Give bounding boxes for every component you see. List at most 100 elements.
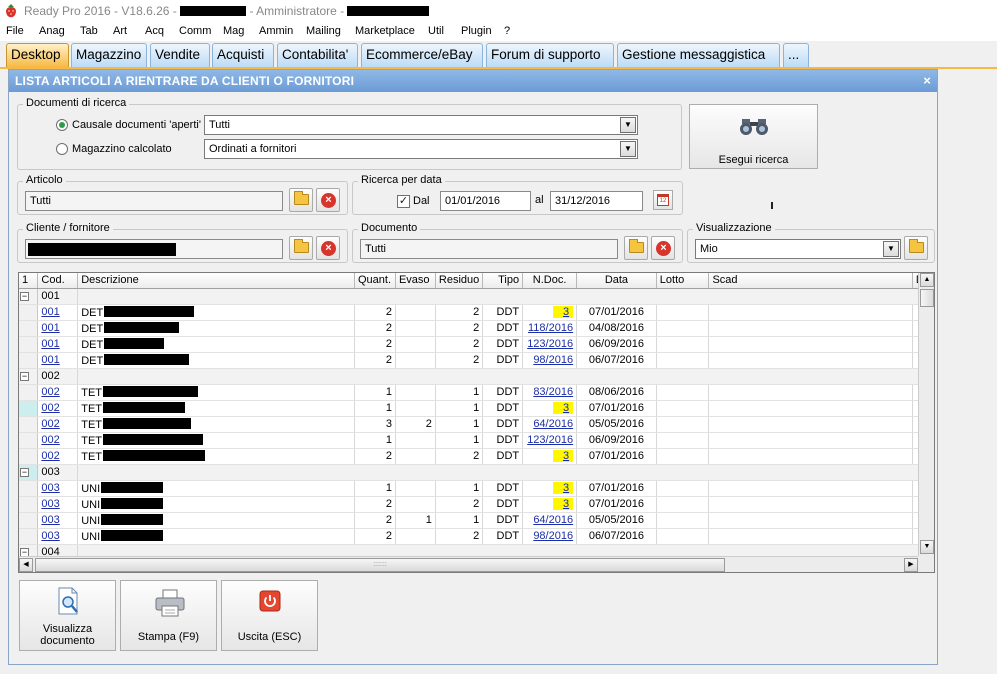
ndoc-link[interactable]: 64/2016	[533, 418, 573, 430]
collapse-icon[interactable]: −	[20, 372, 29, 381]
close-icon[interactable]: ×	[923, 73, 931, 88]
date-to-field[interactable]: 31/12/2016	[550, 191, 643, 211]
header-residuo[interactable]: Residuo	[435, 273, 484, 289]
cod-link[interactable]: 001	[41, 354, 59, 366]
articolo-browse-button[interactable]	[289, 188, 313, 212]
cliente-field[interactable]	[25, 239, 283, 259]
documento-clear-button[interactable]: ×	[651, 236, 675, 260]
menu-comm[interactable]: Comm	[179, 25, 211, 37]
cell-ndoc[interactable]: 3	[522, 304, 578, 321]
cod-link[interactable]: 001	[41, 338, 59, 350]
causale-select[interactable]: Tutti ▼	[204, 115, 638, 135]
cod-link[interactable]: 002	[41, 418, 59, 430]
row-indicator[interactable]	[19, 432, 39, 449]
cod-link[interactable]: 002	[41, 450, 59, 462]
cell-ndoc[interactable]: 3	[522, 496, 578, 513]
menu-acq[interactable]: Acq	[145, 25, 164, 37]
cell-cod[interactable]: 001	[37, 352, 79, 369]
horizontal-scrollbar[interactable]: ◀ ::::::: ▶	[19, 556, 920, 572]
date-from-field[interactable]: 01/01/2016	[440, 191, 531, 211]
ndoc-link[interactable]: 3	[552, 450, 574, 462]
ndoc-link[interactable]: 3	[552, 306, 574, 318]
ndoc-link[interactable]: 98/2016	[533, 530, 573, 542]
cell-ndoc[interactable]: 98/2016	[522, 352, 578, 369]
header-ndoc[interactable]: N.Doc.	[522, 273, 578, 289]
dal-checkbox[interactable]: ✓	[397, 195, 410, 208]
tab-forum[interactable]: Forum di supporto	[486, 43, 614, 67]
tab-ecommerce[interactable]: Ecommerce/eBay	[361, 43, 483, 67]
header-tipo[interactable]: Tipo	[482, 273, 524, 289]
cell-ndoc[interactable]: 83/2016	[522, 384, 578, 401]
exit-button[interactable]: Uscita (ESC)	[221, 580, 318, 651]
menu-ammin[interactable]: Ammin	[259, 25, 293, 37]
row-indicator[interactable]	[19, 416, 39, 433]
table-row[interactable]: 001 DET 2 2 DDT 118/2016 04/08/2016	[19, 320, 934, 337]
ndoc-link[interactable]: 3	[552, 498, 574, 510]
tab-vendite[interactable]: Vendite	[150, 43, 210, 67]
row-indicator[interactable]	[19, 320, 39, 337]
cell-cod[interactable]: 003	[37, 480, 79, 497]
scroll-down-icon[interactable]: ▼	[920, 540, 934, 554]
cod-link[interactable]: 002	[41, 434, 59, 446]
cell-ndoc[interactable]: 3	[522, 480, 578, 497]
calendar-button[interactable]: 12	[653, 190, 673, 210]
search-button[interactable]: Esegui ricerca	[689, 104, 818, 169]
group-row[interactable]: −002	[19, 368, 934, 385]
cell-cod[interactable]: 001	[37, 320, 79, 337]
table-row[interactable]: 001 DET 2 2 DDT 3 07/01/2016	[19, 304, 934, 321]
menu-tab[interactable]: Tab	[80, 25, 98, 37]
cell-ndoc[interactable]: 118/2016	[522, 320, 578, 337]
visualizzazione-browse-button[interactable]	[904, 236, 928, 260]
row-indicator[interactable]	[19, 400, 39, 417]
cod-link[interactable]: 003	[41, 498, 59, 510]
cod-link[interactable]: 003	[41, 482, 59, 494]
cell-cod[interactable]: 003	[37, 528, 79, 545]
chevron-down-icon[interactable]: ▼	[620, 117, 636, 133]
cliente-clear-button[interactable]: ×	[316, 236, 340, 260]
row-indicator[interactable]	[19, 448, 39, 465]
menu-file[interactable]: File	[6, 25, 24, 37]
menu-help[interactable]: ?	[504, 25, 510, 37]
tab-magazzino[interactable]: Magazzino	[71, 43, 147, 67]
cod-link[interactable]: 001	[41, 306, 59, 318]
cell-cod[interactable]: 003	[37, 512, 79, 529]
collapse-icon[interactable]: −	[20, 468, 29, 477]
articolo-clear-button[interactable]: ×	[316, 188, 340, 212]
expander-cell[interactable]: −	[19, 464, 39, 481]
cell-cod[interactable]: 002	[37, 400, 79, 417]
table-row[interactable]: 003 UNI 2 2 DDT 98/2016 06/07/2016	[19, 528, 934, 545]
table-row[interactable]: 002 TET 2 2 DDT 3 07/01/2016	[19, 448, 934, 465]
row-indicator[interactable]	[19, 336, 39, 353]
row-indicator[interactable]	[19, 480, 39, 497]
scroll-up-icon[interactable]: ▲	[920, 273, 934, 287]
cell-ndoc[interactable]: 3	[522, 400, 578, 417]
cliente-browse-button[interactable]	[289, 236, 313, 260]
cod-link[interactable]: 002	[41, 402, 59, 414]
vertical-scrollbar[interactable]: ▲ ▼	[918, 273, 934, 556]
header-evaso[interactable]: Evaso	[395, 273, 436, 289]
cell-cod[interactable]: 002	[37, 448, 79, 465]
cell-cod[interactable]: 001	[37, 336, 79, 353]
scroll-thumb[interactable]	[920, 289, 934, 307]
tab-messaggistica[interactable]: Gestione messaggistica	[617, 43, 780, 67]
ndoc-link[interactable]: 83/2016	[533, 386, 573, 398]
header-descrizione[interactable]: Descrizione	[77, 273, 355, 289]
tab-acquisti[interactable]: Acquisti	[212, 43, 274, 67]
menu-mailing[interactable]: Mailing	[306, 25, 341, 37]
row-indicator[interactable]	[19, 512, 39, 529]
ndoc-link[interactable]: 123/2016	[527, 434, 573, 446]
table-row[interactable]: 003 UNI 1 1 DDT 3 07/01/2016	[19, 480, 934, 497]
table-row[interactable]: 002 TET 3 2 1 DDT 64/2016 05/05/2016	[19, 416, 934, 433]
documento-browse-button[interactable]	[624, 236, 648, 260]
table-row[interactable]: 002 TET 1 1 DDT 3 07/01/2016	[19, 400, 934, 417]
h-scroll-thumb[interactable]: :::::::	[35, 558, 725, 572]
articolo-field[interactable]: Tutti	[25, 191, 283, 211]
tab-desktop[interactable]: Desktop	[6, 43, 69, 67]
cell-ndoc[interactable]: 64/2016	[522, 416, 578, 433]
ndoc-link[interactable]: 64/2016	[533, 514, 573, 526]
header-scad[interactable]: Scad	[708, 273, 913, 289]
ndoc-link[interactable]: 118/2016	[528, 322, 573, 334]
collapse-icon[interactable]: −	[20, 292, 29, 301]
cell-cod[interactable]: 003	[37, 496, 79, 513]
chevron-down-icon[interactable]: ▼	[883, 241, 899, 257]
